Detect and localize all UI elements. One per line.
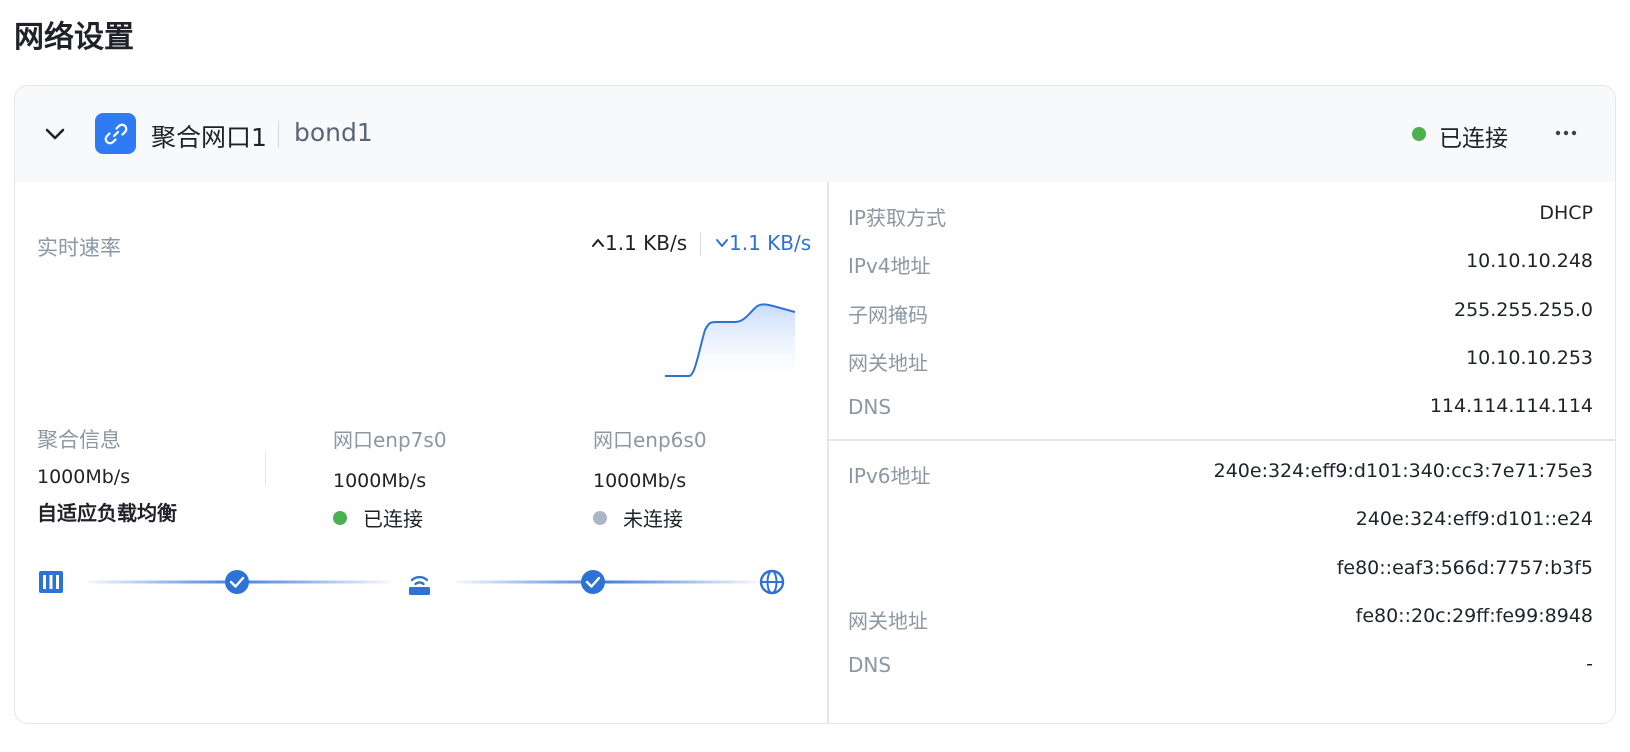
port-status-text: 未连接 (623, 507, 683, 531)
header-divider (278, 121, 279, 148)
info-label: IP获取方式 (848, 206, 946, 230)
port-title: 网口enp6s0 (593, 428, 707, 452)
ipv6-address-row: fe80::eaf3:566d:7757:b3f5 (828, 549, 1615, 597)
info-value: 255.255.255.0 (1453, 299, 1593, 321)
port-status: 未连接 (593, 503, 707, 532)
ipv6-address-row: 240e:324:eff9:d101::e24 (828, 500, 1615, 548)
aggregation-title: 聚合信息 (37, 428, 121, 452)
card-header[interactable]: 聚合网口1 bond1 已连接 (15, 86, 1615, 182)
info-label: IPv4地址 (848, 254, 931, 278)
info-value: - (1586, 653, 1593, 675)
status-dot (1412, 127, 1426, 141)
chevron-down-icon[interactable] (41, 120, 69, 148)
globe-icon (759, 569, 785, 595)
info-value: 10.10.10.253 (1466, 347, 1593, 369)
ip-method-row: IP获取方式 DHCP (828, 194, 1615, 242)
check-circle-icon (225, 570, 249, 594)
info-label: 子网掩码 (848, 303, 928, 327)
aggregation-divider (265, 452, 266, 486)
more-icon (1555, 130, 1577, 136)
ipv6-dns-row: DNS - (828, 645, 1615, 693)
port-status-dot (593, 510, 607, 525)
ipv6-address: fe80::eaf3:566d:7757:b3f5 (1336, 557, 1593, 579)
page-title: 网络设置 (14, 20, 134, 55)
realtime-rate-label: 实时速率 (37, 236, 121, 260)
port-status-dot (333, 510, 347, 525)
network-topology (39, 569, 785, 595)
dns-row: DNS 114.114.114.114 (828, 387, 1615, 435)
aggregation-mode: 自适应负载均衡 (37, 501, 177, 525)
check-circle-icon (581, 570, 605, 594)
port-enp7s0: 网口enp7s0 1000Mb/s 已连接 (333, 424, 447, 532)
section-divider (828, 439, 1615, 441)
port-enp6s0: 网口enp6s0 1000Mb/s 未连接 (593, 424, 707, 532)
port-status-text: 已连接 (363, 507, 423, 531)
ipv4-address-row: IPv4地址 10.10.10.248 (828, 242, 1615, 290)
port-speed: 1000Mb/s (593, 470, 687, 492)
gateway-row: 网关地址 10.10.10.253 (828, 339, 1615, 387)
info-value: 114.114.114.114 (1429, 395, 1593, 417)
port-status: 已连接 (333, 503, 447, 532)
speed-graph (665, 303, 796, 377)
info-label: DNS (848, 653, 892, 677)
upload-arrow-icon (592, 239, 604, 247)
aggregation-speed: 1000Mb/s (37, 466, 131, 488)
ipv6-address: 240e:324:eff9:d101::e24 (1355, 508, 1593, 530)
info-value: 10.10.10.248 (1466, 250, 1593, 272)
info-value: fe80::20c:29ff:fe99:8948 (1355, 605, 1593, 627)
traffic-panel: 实时速率 1.1 KB/s 1.1 KB/s 聚合信息 1000Mb/s 自适应… (15, 182, 827, 723)
download-rate-value: 1.1 KB/s (729, 231, 812, 255)
interface-name: 聚合网口1 (151, 123, 267, 152)
ipv6-address: 240e:324:eff9:d101:340:cc3:7e71:75e3 (1213, 460, 1593, 482)
info-label: IPv6地址 (848, 464, 931, 488)
port-title: 网口enp7s0 (333, 428, 447, 452)
subnet-mask-row: 子网掩码 255.255.255.0 (828, 291, 1615, 339)
upload-rate-value: 1.1 KB/s (605, 231, 688, 255)
more-options-button[interactable] (1546, 116, 1586, 150)
rate-divider (700, 232, 701, 256)
link-icon (95, 113, 136, 154)
server-icon (39, 571, 63, 593)
ipv6-address-row: IPv6地址 240e:324:eff9:d101:340:cc3:7e71:7… (828, 452, 1615, 500)
info-label: DNS (848, 395, 892, 419)
network-details: IP获取方式 DHCP IPv4地址 10.10.10.248 子网掩码 255… (828, 182, 1615, 723)
port-speed: 1000Mb/s (333, 470, 427, 492)
download-rate: 1.1 KB/s (715, 231, 811, 255)
info-label: 网关地址 (848, 351, 928, 375)
router-icon (409, 575, 430, 595)
info-value: DHCP (1539, 202, 1593, 224)
ipv6-gateway-row: 网关地址 fe80::20c:29ff:fe99:8948 (828, 597, 1615, 645)
interface-id: bond1 (294, 118, 373, 147)
interface-status: 已连接 (1439, 126, 1508, 152)
upload-rate: 1.1 KB/s (591, 231, 687, 255)
interface-card: 聚合网口1 bond1 已连接 实时速率 1.1 KB/s 1.1 KB/s 聚… (14, 85, 1616, 724)
download-arrow-icon (716, 239, 728, 247)
info-label: 网关地址 (848, 609, 928, 633)
